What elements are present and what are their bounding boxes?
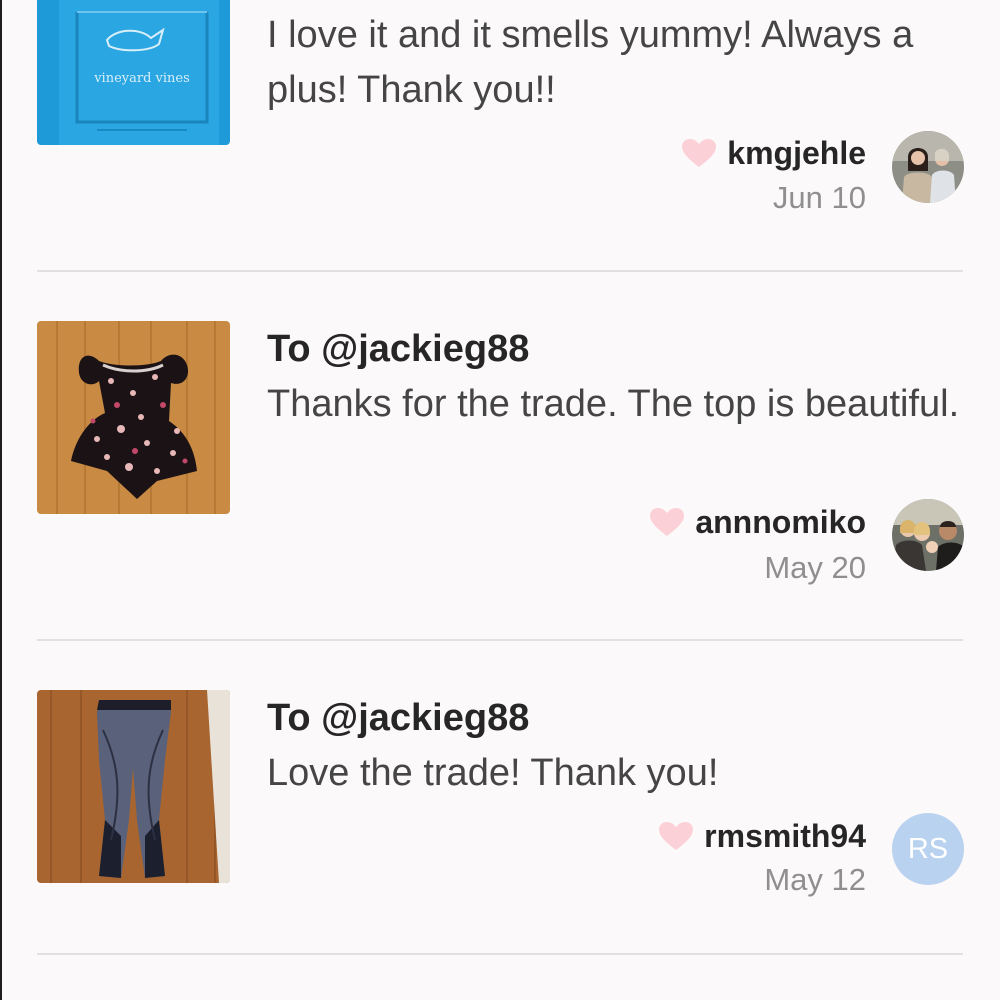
review-thumbnail[interactable] <box>37 690 230 883</box>
review-thumbnail[interactable] <box>37 321 230 514</box>
heart-icon[interactable] <box>681 138 717 168</box>
avatar[interactable] <box>892 131 964 203</box>
floral-top-photo <box>37 321 230 514</box>
review-recipient: To @jackieg88 <box>267 328 530 370</box>
username-link[interactable]: rmsmith94 <box>704 818 866 855</box>
username-link[interactable]: annnomiko <box>695 504 866 541</box>
review-author: kmgjehle <box>681 133 866 173</box>
avatar[interactable] <box>892 499 964 571</box>
review-message: Thanks for the trade. The top is beautif… <box>267 383 960 425</box>
review-date: May 20 <box>764 550 866 585</box>
review-thumbnail[interactable]: vineyard vines <box>37 0 230 145</box>
review-message: Love the trade! Thank you! <box>267 752 719 794</box>
review-author: rmsmith94 <box>658 816 866 856</box>
review-message: I love it and it smells yummy! Always a … <box>267 14 914 111</box>
heart-icon[interactable] <box>649 507 685 537</box>
review-date: Jun 10 <box>772 180 866 215</box>
avatar-photo <box>892 131 964 203</box>
heart-icon[interactable] <box>658 821 694 851</box>
avatar-initials[interactable]: RS <box>892 813 964 885</box>
review-date: May 12 <box>764 862 866 897</box>
avatar-photo <box>892 499 964 571</box>
username-link[interactable]: kmgjehle <box>727 135 866 172</box>
review-author: annnomiko <box>649 502 866 542</box>
review-item: To @jackieg88 Thanks for the trade. The … <box>0 272 1000 641</box>
review-item: vineyard vines I love it and it smells y… <box>0 0 1000 272</box>
divider <box>37 953 963 955</box>
review-recipient: To @jackieg88 <box>267 697 530 739</box>
review-item: To @jackieg88 Love the trade! Thank you!… <box>0 641 1000 956</box>
brand-logo-text: vineyard vines <box>93 71 190 86</box>
shirt-photo: vineyard vines <box>37 0 230 145</box>
review-feed[interactable]: vineyard vines I love it and it smells y… <box>0 0 1000 1000</box>
leggings-photo <box>37 690 230 883</box>
